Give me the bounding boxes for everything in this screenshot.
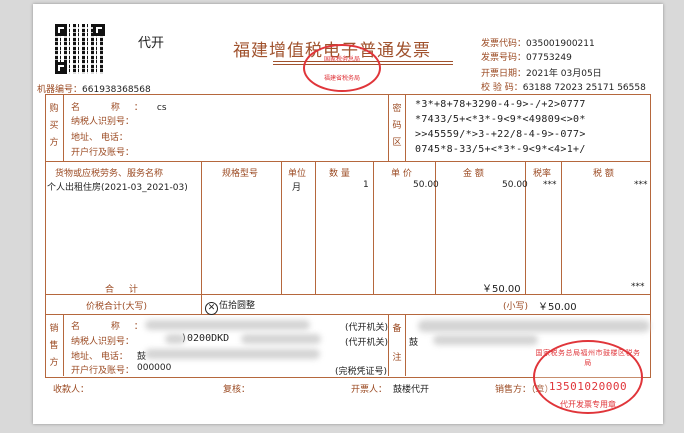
- col-header-amount: 金 额: [463, 169, 484, 179]
- col-header-price: 单 价: [391, 169, 412, 179]
- cipher-line: >>45559/*>3-+22/8-4-9>-077>: [415, 129, 586, 140]
- qr-finder-bl: [55, 62, 67, 74]
- sum-small-amount: ￥50.00: [538, 302, 577, 313]
- total-amount: ￥50.00: [482, 284, 521, 295]
- seller-name-label: 名 称：: [71, 322, 157, 332]
- sum-label-divider: [201, 294, 202, 314]
- col-header-rate: 税率: [533, 169, 552, 179]
- sum-small-label: (小写): [503, 302, 529, 312]
- payee-label: 收款人：: [53, 385, 90, 395]
- item-rate: ***: [543, 180, 557, 190]
- remark-value: 鼓: [409, 338, 419, 348]
- col-header-spec: 规格型号: [222, 169, 259, 179]
- seller-name-suffix: (代开机关): [345, 323, 389, 333]
- item-qty: 1: [363, 180, 369, 190]
- col-divider-price: [373, 161, 374, 294]
- drawer-label: 开票人：: [351, 385, 388, 395]
- seller-side-label: 销 售 方: [49, 324, 59, 368]
- item-amount: 50.00: [502, 180, 528, 190]
- stamp-number: 13501020000: [548, 380, 628, 393]
- issued-by-agent-badge: 代开: [138, 36, 165, 51]
- buyer-name: cs: [156, 103, 167, 113]
- seller-bank-label: 开户行及账号：: [71, 366, 135, 376]
- redacted-seller-name: [145, 320, 310, 330]
- sum-label: 价税合计(大写): [86, 302, 148, 312]
- buyer-side-divider: [63, 94, 64, 161]
- seller-address-label: 地址、 电话：: [71, 352, 128, 362]
- seller-side-divider: [63, 314, 64, 376]
- seller-taxid-partial: )0200DKD: [181, 333, 230, 344]
- seller-taxid-suffix: (代开机关): [345, 338, 389, 348]
- cipher-left-divider: [388, 94, 389, 161]
- remark-label-divider: [405, 314, 406, 376]
- cipher-side-label: 密 码 区: [392, 104, 402, 148]
- tax-bureau-oval-seal: 国家税务总局 福建省税务局: [303, 44, 381, 92]
- cipher-line: 0745*8-33/5+<*3*-9<9*<4>1+/: [415, 144, 586, 155]
- stamp-bottom-text: 代开发票专用章: [560, 400, 616, 409]
- total-label: 合 计: [105, 285, 144, 295]
- qr-finder-tl: [55, 24, 67, 36]
- buyer-side-label: 购 买 方: [49, 104, 59, 148]
- cipher-line: *7433/5+<*3*-9<9*<49809<>0*: [415, 114, 586, 125]
- item-unit: 月: [292, 183, 302, 193]
- seller-bank-value: 000000: [137, 363, 172, 373]
- col-divider-unit: [281, 161, 282, 294]
- item-name: 个人出租住房(2021-03_2021-03): [47, 183, 188, 193]
- invoice-code: 035001900211: [526, 39, 595, 49]
- buyer-address-label: 地址、 电话：: [71, 133, 128, 143]
- col-header-qty: 数 量: [329, 169, 350, 179]
- total-tax: ***: [631, 282, 645, 292]
- invoice-special-stamp: 国家税务总局福州市鼓楼区税务局 13501020000 代开发票专用章: [533, 340, 643, 414]
- line-after-sum: [45, 314, 651, 315]
- invoice-code-label: 发票代码：: [481, 39, 527, 49]
- cipher-line: *3*+8+78+3290-4-9>-/+2>0777: [415, 99, 586, 110]
- cipher-text: *3*+8+78+3290-4-9>-/+2>0777 *7433/5+<*3*…: [415, 99, 586, 156]
- check-code-label: 校 验 码：: [481, 83, 523, 93]
- cross-circle-icon: ✕: [205, 302, 218, 315]
- col-divider-spec: [201, 161, 202, 294]
- col-header-name: 货物或应税劳务、服务名称: [55, 169, 164, 179]
- redacted-remark-line1: [418, 320, 650, 332]
- invoice-paper: 代开 福建增值税电子普通发票 国家税务总局 福建省税务局 机器编号：661938…: [33, 4, 663, 424]
- cipher-label-divider: [405, 94, 406, 161]
- seller-taxid-label: 纳税人识别号：: [71, 337, 135, 347]
- issue-date: 2021年 03月05日: [526, 69, 602, 79]
- buyer-name-label: 名 称：: [71, 103, 157, 113]
- qr-code: [55, 24, 105, 74]
- drawer-name: 鼓楼代开: [393, 385, 430, 395]
- seller-bank-suffix: (完税凭证号): [335, 367, 388, 377]
- buyer-bank-label: 开户行及账号：: [71, 148, 135, 158]
- redacted-taxid-prefix: [165, 334, 185, 344]
- issue-date-label: 开票日期：: [481, 69, 527, 79]
- buyer-taxid-label: 纳税人识别号：: [71, 117, 135, 127]
- item-price: 50.00: [413, 180, 439, 190]
- stamp-ring-text: 国家税务总局福州市鼓楼区税务局: [535, 349, 641, 367]
- redacted-taxid-tail: [241, 334, 321, 344]
- review-label: 复核：: [223, 385, 251, 395]
- sum-in-words: 伍拾圆整: [219, 301, 256, 311]
- redacted-seller-address: [145, 349, 320, 359]
- col-divider-tax: [561, 161, 562, 294]
- item-tax: ***: [634, 180, 648, 190]
- invoice-number: 07753249: [526, 53, 572, 63]
- qr-finder-tr: [93, 24, 105, 36]
- remark-side-label: 备 注: [392, 324, 402, 363]
- col-header-unit: 单位: [288, 169, 307, 179]
- remark-left-divider: [388, 314, 389, 376]
- invoice-number-label: 发票号码：: [481, 53, 527, 63]
- col-divider-qty: [315, 161, 316, 294]
- check-code: 63188 72023 25171 56558: [522, 83, 646, 93]
- col-header-tax: 税 额: [593, 169, 614, 179]
- redacted-remark-line2: [433, 335, 538, 345]
